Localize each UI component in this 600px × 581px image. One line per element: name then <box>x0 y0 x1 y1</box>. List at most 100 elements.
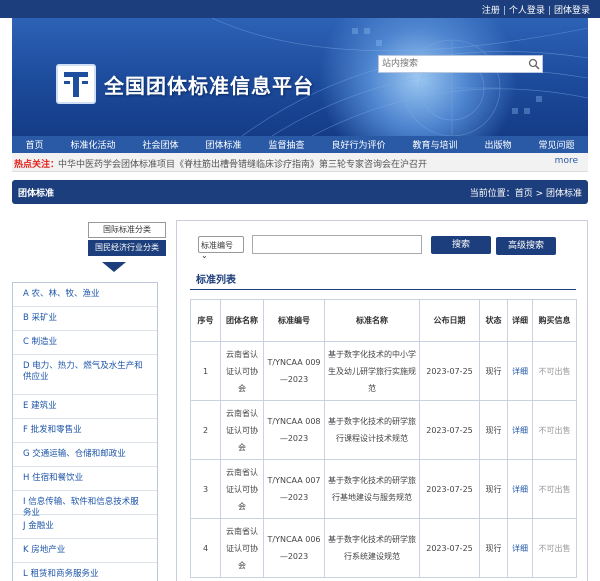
search-field-select[interactable]: 标准编号 ⌄ <box>198 236 244 260</box>
site-title: 全国团体标准信息平台 <box>104 74 314 98</box>
category-item[interactable]: E 建筑业 <box>13 395 157 419</box>
status: 现行 <box>479 459 508 519</box>
nav-supervision[interactable]: 监督抽查 <box>268 138 304 151</box>
breadcrumb-separator: > <box>532 189 546 199</box>
standard-number: T/YNCAA 007—2023 <box>263 459 325 519</box>
publish-date: 2023-07-25 <box>419 518 480 578</box>
standard-number: T/YNCAA 008—2023 <box>263 400 325 460</box>
standard-name: 基于数字化技术的中小学生及幼儿研学旅行实施规范 <box>324 341 420 401</box>
purchase-info: 不可出售 <box>532 341 577 401</box>
tab-national-economy[interactable]: 国民经济行业分类 <box>88 240 166 256</box>
list-title: 标准列表 <box>196 275 236 286</box>
row-index: 1 <box>190 341 221 401</box>
category-item[interactable]: K 房地产业 <box>13 539 157 563</box>
nav-social-groups[interactable]: 社会团体 <box>142 138 178 151</box>
personal-login-link[interactable]: 个人登录 <box>509 6 545 16</box>
breadcrumb-current: 团体标准 <box>545 189 582 199</box>
group-name: 云南省认证认可协会 <box>220 341 264 401</box>
col-header: 序号 <box>190 299 221 342</box>
nav-education[interactable]: 教育与培训 <box>412 138 457 151</box>
table-row: 4 云南省认证认可协会 T/YNCAA 006—2023 基于数字化技术的研学旅… <box>190 518 577 578</box>
chevron-down-icon: ⌄ <box>201 251 208 260</box>
col-header: 状态 <box>479 299 508 342</box>
col-header: 购买信息 <box>532 299 577 342</box>
nav-good-behavior[interactable]: 良好行为评价 <box>331 138 385 151</box>
register-link[interactable]: 注册 <box>482 6 500 16</box>
section-header: 团体标准 当前位置：首页 > 团体标准 <box>12 180 588 204</box>
search-icon[interactable] <box>528 58 540 70</box>
detail-link[interactable]: 详细 <box>507 400 533 460</box>
status: 现行 <box>479 518 508 578</box>
main-nav: 首页 标准化活动 社会团体 团体标准 监督抽查 良好行为评价 教育与培训 出版物… <box>12 136 588 153</box>
site-search-input[interactable] <box>379 56 524 72</box>
hot-label: 热点关注： <box>14 160 60 170</box>
standard-name: 基于数字化技术的研学旅行基地建设与服务规范 <box>324 459 420 519</box>
detail-link[interactable]: 详细 <box>507 518 533 578</box>
list-divider <box>190 289 576 290</box>
category-tabs: 国际标准分类 国民经济行业分类 <box>88 222 166 258</box>
standard-number: T/YNCAA 006—2023 <box>263 518 325 578</box>
hot-news-link[interactable]: 中华中医药学会团体标准项目《脊柱筋出槽骨错缝临床诊疗指南》第三轮专家咨询会在沪召… <box>58 157 427 170</box>
detail-link[interactable]: 详细 <box>507 459 533 519</box>
advanced-search-button[interactable]: 高级搜索 <box>496 237 556 255</box>
breadcrumb: 当前位置：首页 > 团体标准 <box>470 186 582 199</box>
nav-group-standards[interactable]: 团体标准 <box>205 138 241 151</box>
category-item[interactable]: G 交通运输、仓储和邮政业 <box>13 443 157 467</box>
select-value: 标准编号 <box>201 241 233 250</box>
breadcrumb-prefix: 当前位置： <box>469 189 515 199</box>
tab-pointer <box>102 262 126 272</box>
category-item[interactable]: H 住宿和餐饮业 <box>13 467 157 491</box>
standards-table: 序号 团体名称 标准编号 标准名称 公布日期 状态 详细 购买信息 1 云南省认… <box>190 299 577 578</box>
separator: | <box>547 6 551 16</box>
category-item[interactable]: L 租赁和商务服务业 <box>13 563 157 581</box>
group-name: 云南省认证认可协会 <box>220 400 264 460</box>
category-item[interactable]: A 农、林、牧、渔业 <box>13 283 157 307</box>
table-row: 1 云南省认证认可协会 T/YNCAA 009—2023 基于数字化技术的中小学… <box>190 341 577 401</box>
account-links: 注册 | 个人登录 | 团体登录 <box>482 3 590 16</box>
section-title: 团体标准 <box>18 189 55 199</box>
row-index: 3 <box>190 459 221 519</box>
category-item[interactable]: D 电力、热力、燃气及水生产和供应业 <box>13 355 157 395</box>
category-item[interactable]: F 批发和零售业 <box>13 419 157 443</box>
standard-name: 基于数字化技术的研学旅行课程设计技术规范 <box>324 400 420 460</box>
publish-date: 2023-07-25 <box>419 459 480 519</box>
publish-date: 2023-07-25 <box>419 400 480 460</box>
group-name: 云南省认证认可协会 <box>220 459 264 519</box>
nav-standardization-activities[interactable]: 标准化活动 <box>70 138 115 151</box>
category-item[interactable]: B 采矿业 <box>13 307 157 331</box>
header-banner: 全国团体标准信息平台 <box>12 18 588 136</box>
col-header: 详细 <box>507 299 533 342</box>
row-index: 2 <box>190 400 221 460</box>
purchase-info: 不可出售 <box>532 459 577 519</box>
col-header: 标准名称 <box>324 299 420 342</box>
nav-home[interactable]: 首页 <box>25 138 43 151</box>
status: 现行 <box>479 400 508 460</box>
nav-faq[interactable]: 常见问题 <box>538 138 574 151</box>
top-bar: 注册 | 个人登录 | 团体登录 <box>0 0 600 18</box>
hot-news-bar: 热点关注： 中华中医药学会团体标准项目《脊柱筋出槽骨错缝临床诊疗指南》第三轮专家… <box>12 153 588 172</box>
standard-search-input[interactable] <box>252 235 422 254</box>
col-header: 公布日期 <box>419 299 480 342</box>
breadcrumb-home[interactable]: 首页 <box>515 189 533 199</box>
category-item[interactable]: C 制造业 <box>13 331 157 355</box>
nav-publications[interactable]: 出版物 <box>484 138 511 151</box>
table-header-row: 序号 团体名称 标准编号 标准名称 公布日期 状态 详细 购买信息 <box>190 299 577 342</box>
category-item[interactable]: I 信息传输、软件和信息技术服务业 <box>13 491 157 518</box>
group-name: 云南省认证认可协会 <box>220 518 264 578</box>
more-link[interactable]: more <box>555 156 578 166</box>
table-row: 2 云南省认证认可协会 T/YNCAA 008—2023 基于数字化技术的研学旅… <box>190 400 577 460</box>
search-button[interactable]: 搜索 <box>431 236 491 254</box>
row-index: 4 <box>190 518 221 578</box>
site-logo[interactable] <box>56 64 96 104</box>
tab-international[interactable]: 国际标准分类 <box>88 222 166 238</box>
category-list: A 农、林、牧、渔业 B 采矿业 C 制造业 D 电力、热力、燃气及水生产和供应… <box>12 282 158 581</box>
site-search <box>378 55 543 73</box>
standard-number: T/YNCAA 009—2023 <box>263 341 325 401</box>
detail-link[interactable]: 详细 <box>507 341 533 401</box>
purchase-info: 不可出售 <box>532 518 577 578</box>
standard-name: 基于数字化技术的研学旅行系统建设规范 <box>324 518 420 578</box>
status: 现行 <box>479 341 508 401</box>
col-header: 团体名称 <box>220 299 264 342</box>
purchase-info: 不可出售 <box>532 400 577 460</box>
group-login-link[interactable]: 团体登录 <box>554 6 590 16</box>
